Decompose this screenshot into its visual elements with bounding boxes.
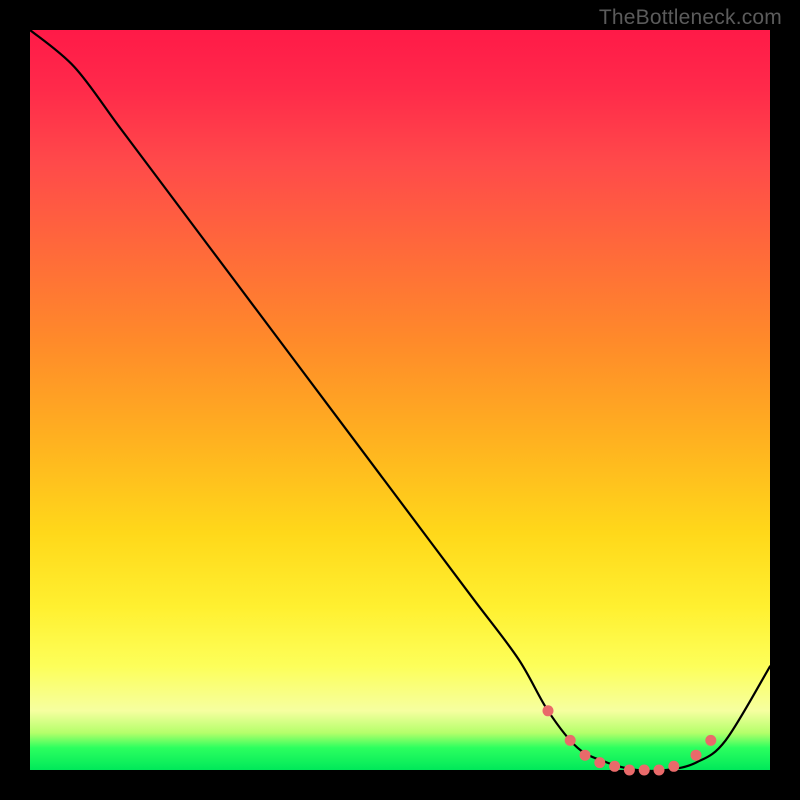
chart-frame: TheBottleneck.com bbox=[0, 0, 800, 800]
marker-dot bbox=[565, 735, 576, 746]
marker-dot bbox=[654, 765, 665, 776]
curve-svg bbox=[30, 30, 770, 770]
marker-dot bbox=[543, 705, 554, 716]
marker-dot bbox=[609, 761, 620, 772]
marker-dot bbox=[639, 765, 650, 776]
marker-dot bbox=[691, 750, 702, 761]
plot-area bbox=[30, 30, 770, 770]
marker-dot bbox=[624, 765, 635, 776]
bottleneck-curve-line bbox=[30, 30, 770, 771]
marker-dot bbox=[594, 757, 605, 768]
marker-dot bbox=[705, 735, 716, 746]
marker-dot bbox=[668, 761, 679, 772]
watermark-text: TheBottleneck.com bbox=[599, 6, 782, 30]
marker-dot bbox=[580, 750, 591, 761]
